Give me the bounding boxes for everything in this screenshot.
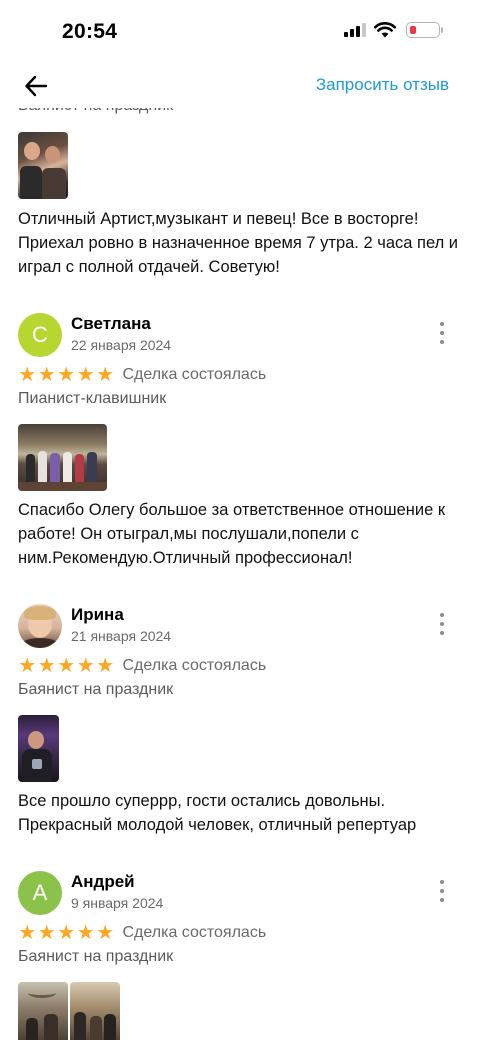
review-photos (0, 424, 480, 491)
review-category: Баянист на праздник (18, 948, 174, 965)
review-header: Ирина 21 января 2024 (0, 604, 480, 654)
review-card: А Андрей 9 января 2024 ★ ★ ★ ★ ★ Сделка … (0, 871, 480, 1040)
arrow-left-icon (25, 75, 48, 97)
star-icon: ★ (57, 922, 76, 944)
more-options-button[interactable] (434, 322, 450, 344)
deal-status: Сделка состоялась (122, 657, 267, 674)
star-icon: ★ (18, 655, 37, 677)
star-icon: ★ (76, 922, 95, 944)
reviews-list[interactable]: Баянист на праздник Отличный Артист,музы… (0, 108, 480, 1040)
avatar (18, 604, 62, 648)
reviews-scroll: Баянист на праздник Отличный Артист,музы… (0, 108, 480, 1040)
review-photos (0, 132, 480, 199)
battery-icon (406, 22, 443, 38)
review-date: 9 января 2024 (71, 895, 164, 911)
review-date: 22 января 2024 (71, 337, 172, 353)
star-icon: ★ (18, 922, 37, 944)
star-rating: ★ ★ ★ ★ ★ (18, 923, 115, 943)
review-text: Спасибо Олегу большое за ответственное о… (18, 501, 446, 567)
wifi-icon (374, 22, 396, 38)
status-bar: 20:54 (0, 0, 480, 64)
avatar: А (18, 871, 62, 915)
review-category: Баянист на праздник (0, 108, 480, 118)
rating-row: ★ ★ ★ ★ ★ Сделка состоялась (0, 921, 480, 945)
review-text: Все прошло суперрр, гости остались довол… (18, 792, 417, 834)
star-rating: ★ ★ ★ ★ ★ (18, 656, 115, 676)
review-card: С Светлана 22 января 2024 ★ ★ ★ ★ ★ Сдел… (0, 313, 480, 570)
review-photo[interactable] (18, 132, 68, 199)
review-photo[interactable] (18, 715, 59, 782)
cellular-signal-icon (344, 23, 366, 37)
star-icon: ★ (37, 922, 56, 944)
star-icon: ★ (96, 922, 115, 944)
star-icon: ★ (76, 364, 95, 386)
review-photo[interactable] (18, 982, 68, 1040)
deal-status: Сделка состоялась (122, 924, 267, 941)
author-name: Светлана (71, 314, 151, 333)
star-icon: ★ (96, 364, 115, 386)
star-icon: ★ (76, 655, 95, 677)
nav-bar: Запросить отзыв (0, 64, 480, 108)
deal-status: Сделка состоялась (122, 366, 267, 383)
review-photo[interactable] (18, 424, 107, 491)
review-category: Пианист-клавишник (18, 390, 167, 407)
review-photos (0, 715, 480, 782)
star-icon: ★ (37, 364, 56, 386)
battery-level (410, 25, 416, 34)
request-review-link[interactable]: Запросить отзыв (316, 75, 449, 95)
author-name: Ирина (71, 605, 124, 624)
review-header: С Светлана 22 января 2024 (0, 313, 480, 363)
review-photos (0, 982, 480, 1040)
avatar: С (18, 313, 62, 357)
back-button[interactable] (22, 72, 50, 100)
author-name: Андрей (71, 872, 135, 891)
rating-row: ★ ★ ★ ★ ★ Сделка состоялась (0, 363, 480, 387)
review-card: Баянист на праздник Отличный Артист,музы… (0, 108, 480, 279)
star-rating: ★ ★ ★ ★ ★ (18, 365, 115, 385)
rating-row: ★ ★ ★ ★ ★ Сделка состоялась (0, 654, 480, 678)
more-options-button[interactable] (434, 613, 450, 635)
star-icon: ★ (18, 364, 37, 386)
status-icons (344, 22, 443, 38)
review-header: А Андрей 9 января 2024 (0, 871, 480, 921)
review-date: 21 января 2024 (71, 628, 172, 644)
more-options-button[interactable] (434, 880, 450, 902)
star-icon: ★ (37, 655, 56, 677)
review-text: Отличный Артист,музыкант и певец! Все в … (18, 210, 458, 276)
review-category: Баянист на праздник (18, 681, 174, 698)
review-card: Ирина 21 января 2024 ★ ★ ★ ★ ★ Сделка со… (0, 604, 480, 837)
review-photo[interactable] (70, 982, 120, 1040)
star-icon: ★ (57, 364, 76, 386)
status-time: 20:54 (62, 20, 118, 43)
star-icon: ★ (57, 655, 76, 677)
star-icon: ★ (96, 655, 115, 677)
